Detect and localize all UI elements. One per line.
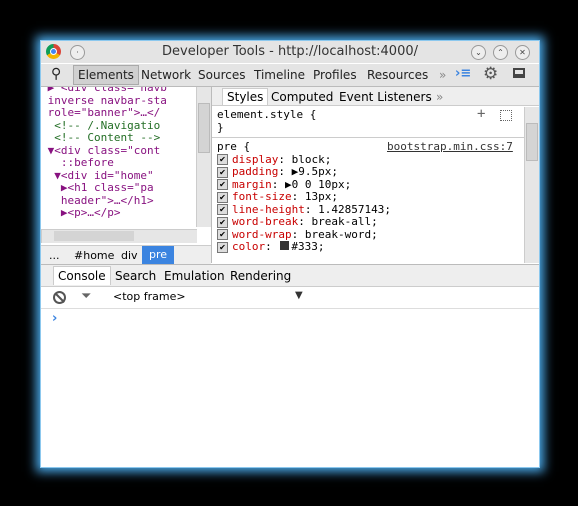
chrome-logo-icon bbox=[46, 44, 61, 59]
tab-rendering[interactable]: Rendering bbox=[230, 269, 291, 283]
breadcrumb-home[interactable]: #home bbox=[74, 249, 114, 262]
main-toolbar: ⚲ Elements Network Sources Timeline Prof… bbox=[41, 64, 539, 87]
styles-scrollbar[interactable] bbox=[524, 107, 539, 263]
styles-pane: Styles Computed Event Listeners » elemen… bbox=[211, 87, 539, 263]
checkbox[interactable]: ✔ bbox=[217, 191, 228, 203]
dom-horizontal-scrollbar[interactable] bbox=[41, 229, 197, 243]
dock-icon[interactable] bbox=[513, 68, 525, 78]
style-property[interactable]: ✔ color: #333; bbox=[217, 240, 535, 254]
checkbox[interactable]: ✔ bbox=[217, 166, 228, 178]
tab-console[interactable]: Console bbox=[53, 266, 111, 285]
console-prompt[interactable]: › bbox=[52, 311, 57, 326]
gear-icon[interactable]: ⚙ bbox=[483, 64, 498, 84]
minimize-button[interactable]: ⌄ bbox=[471, 45, 486, 60]
tab-styles[interactable]: Styles bbox=[222, 88, 269, 105]
breadcrumb: ... #home div pre bbox=[41, 245, 211, 264]
frame-select[interactable]: <top frame> bbox=[113, 290, 186, 303]
tab-network[interactable]: Network bbox=[141, 68, 191, 82]
drawer-tabs: Console Search Emulation Rendering bbox=[41, 264, 539, 287]
add-rule-icon[interactable]: + bbox=[477, 107, 485, 120]
window-title: Developer Tools - http://localhost:4000/ bbox=[162, 44, 418, 59]
tab-event-listeners[interactable]: Event Listeners bbox=[339, 90, 432, 104]
checkbox[interactable]: ✔ bbox=[217, 241, 228, 253]
tab-computed[interactable]: Computed bbox=[271, 90, 333, 104]
filter-icon[interactable]: ⏷ bbox=[81, 289, 91, 304]
maximize-button[interactable]: ⌃ bbox=[493, 45, 508, 60]
tab-elements[interactable]: Elements bbox=[73, 65, 139, 85]
tab-sources[interactable]: Sources bbox=[198, 68, 245, 82]
tab-profiles[interactable]: Profiles bbox=[313, 68, 357, 82]
console-toolbar: ⏷ <top frame> ▼ bbox=[41, 286, 539, 309]
breadcrumb-pre[interactable]: pre bbox=[142, 246, 175, 264]
breadcrumb-ellipsis[interactable]: ... bbox=[49, 249, 60, 262]
checkbox[interactable]: ✔ bbox=[217, 216, 228, 228]
checkbox[interactable]: ✔ bbox=[217, 229, 228, 240]
breadcrumb-div[interactable]: div bbox=[121, 249, 138, 262]
pre-rule: pre {bootstrap.min.css:7 ✔ display: block;… bbox=[212, 138, 539, 257]
checkbox[interactable]: ✔ bbox=[217, 204, 228, 215]
clear-console-icon[interactable] bbox=[53, 291, 66, 304]
menu-button[interactable]: · bbox=[70, 45, 85, 60]
element-style-rule[interactable]: element.style { } + bbox=[212, 106, 539, 138]
devtools-window: · Developer Tools - http://localhost:400… bbox=[40, 40, 540, 468]
search-icon[interactable]: ⚲ bbox=[51, 66, 61, 82]
tab-timeline[interactable]: Timeline bbox=[254, 68, 305, 82]
source-link[interactable]: bootstrap.min.css:7 bbox=[387, 140, 513, 154]
console-drawer-icon[interactable]: ›≡ bbox=[455, 66, 471, 81]
tab-search[interactable]: Search bbox=[115, 269, 156, 283]
element-state-icon[interactable] bbox=[500, 110, 512, 121]
dom-node[interactable]: ▶<p>…</p> bbox=[41, 206, 211, 220]
close-button[interactable]: ✕ bbox=[515, 45, 530, 60]
checkbox[interactable]: ✔ bbox=[217, 154, 228, 165]
more-tabs-button[interactable]: » bbox=[439, 68, 446, 82]
title-bar: · Developer Tools - http://localhost:400… bbox=[41, 41, 539, 63]
more-tabs-button[interactable]: » bbox=[436, 90, 443, 104]
tab-emulation[interactable]: Emulation bbox=[164, 269, 225, 283]
chevron-down-icon[interactable]: ▼ bbox=[295, 290, 303, 301]
tab-resources[interactable]: Resources bbox=[367, 68, 428, 82]
checkbox[interactable]: ✔ bbox=[217, 179, 228, 190]
dom-vertical-scrollbar[interactable] bbox=[196, 87, 211, 227]
